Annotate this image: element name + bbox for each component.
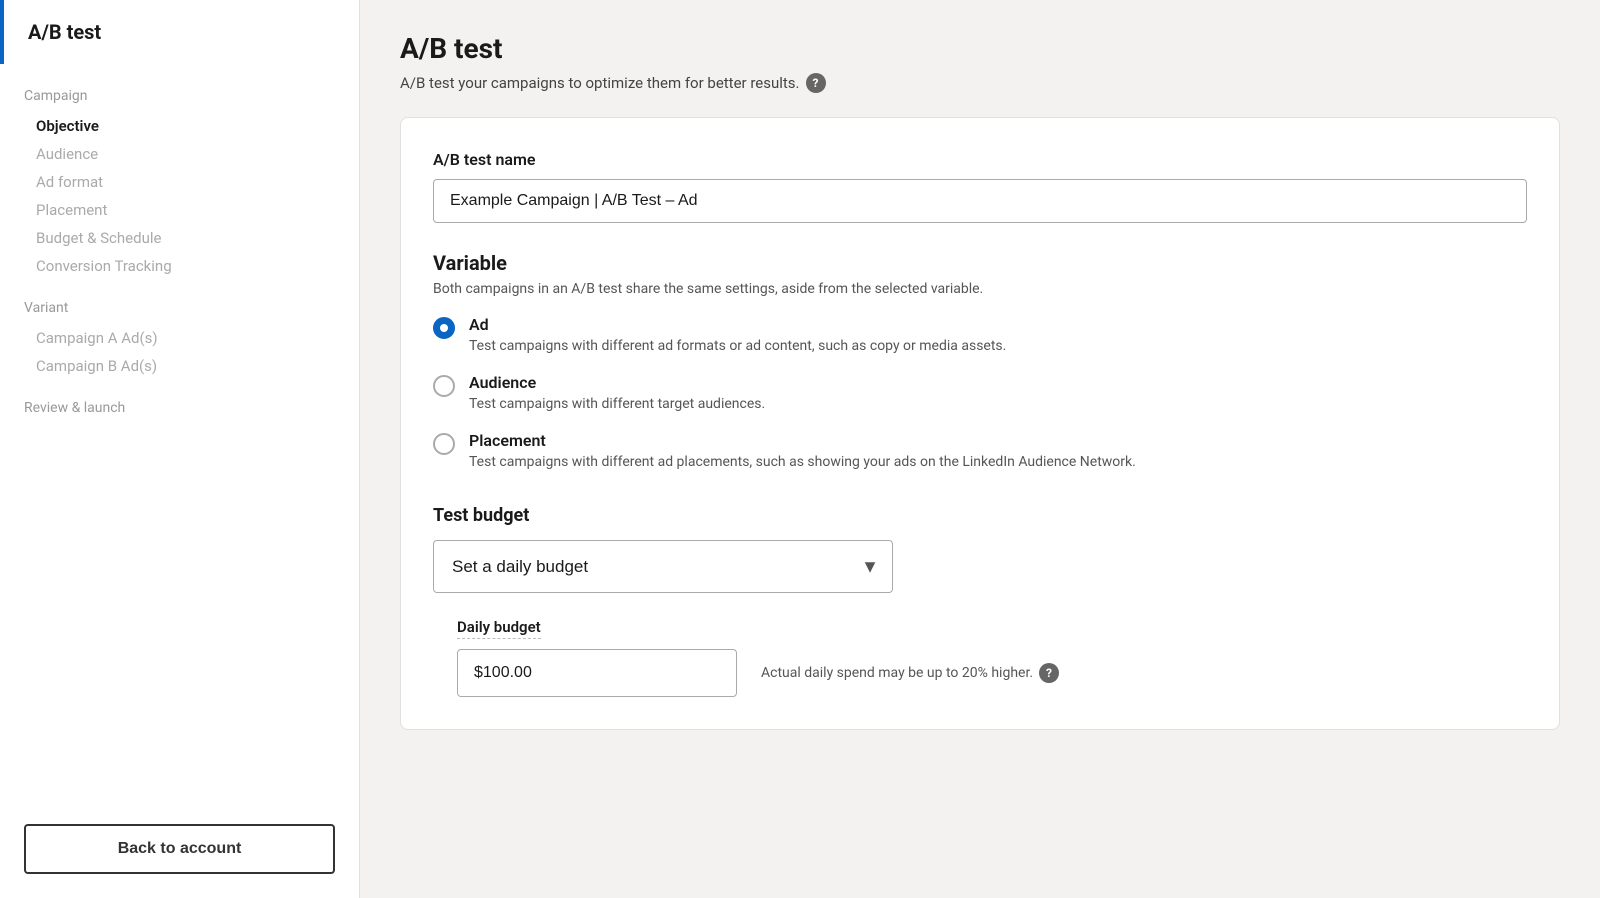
sidebar-item-ad-format[interactable]: Ad format (24, 168, 335, 196)
page-subtitle-text: A/B test your campaigns to optimize them… (400, 74, 800, 92)
radio-content-audience: Audience Test campaigns with different t… (469, 373, 765, 415)
test-name-input[interactable] (433, 179, 1527, 223)
form-card: A/B test name Variable Both campaigns in… (400, 117, 1560, 730)
review-section: Review & launch (24, 400, 335, 416)
sidebar-item-budget-schedule[interactable]: Budget & Schedule (24, 224, 335, 252)
radio-button-audience[interactable] (433, 375, 455, 397)
test-name-label: A/B test name (433, 150, 1527, 169)
page-subtitle: A/B test your campaigns to optimize them… (400, 73, 1560, 93)
main-content: A/B test A/B test your campaigns to opti… (360, 0, 1600, 898)
radio-item-placement[interactable]: Placement Test campaigns with different … (433, 431, 1527, 473)
sidebar-item-campaign-a-ads[interactable]: Campaign A Ad(s) (24, 324, 335, 352)
sidebar-item-audience[interactable]: Audience (24, 140, 335, 168)
page-title: A/B test (400, 32, 1560, 65)
radio-desc-audience: Test campaigns with different target aud… (469, 394, 765, 415)
radio-desc-ad: Test campaigns with different ad formats… (469, 336, 1006, 357)
radio-label-placement: Placement (469, 431, 1136, 450)
sidebar-title-bar: A/B test (0, 0, 359, 64)
spend-help-icon[interactable]: ? (1039, 663, 1059, 683)
daily-budget-input[interactable] (457, 649, 737, 697)
variant-section-label: Variant (24, 300, 335, 316)
sidebar-item-objective[interactable]: Objective (24, 112, 335, 140)
subtitle-help-icon[interactable]: ? (806, 73, 826, 93)
sidebar-title: A/B test (28, 20, 101, 44)
radio-desc-placement: Test campaigns with different ad placeme… (469, 452, 1136, 473)
daily-budget-label: Daily budget (457, 618, 541, 639)
radio-item-ad[interactable]: Ad Test campaigns with different ad form… (433, 315, 1527, 357)
spend-note-text: Actual daily spend may be up to 20% high… (761, 665, 1033, 681)
sidebar-item-campaign-b-ads[interactable]: Campaign B Ad(s) (24, 352, 335, 380)
radio-content-placement: Placement Test campaigns with different … (469, 431, 1136, 473)
budget-field-group: Test budget Set a daily budget Set a lif… (433, 505, 1527, 697)
daily-budget-row: Actual daily spend may be up to 20% high… (457, 649, 1527, 697)
radio-content-ad: Ad Test campaigns with different ad form… (469, 315, 1006, 357)
budget-section-label: Test budget (433, 505, 1527, 526)
review-section-label: Review & launch (24, 400, 335, 416)
campaign-section: Campaign Objective Audience Ad format Pl… (24, 88, 335, 280)
variable-section-desc: Both campaigns in an A/B test share the … (433, 281, 1527, 297)
radio-label-ad: Ad (469, 315, 1006, 334)
radio-button-placement[interactable] (433, 433, 455, 455)
test-name-field-group: A/B test name (433, 150, 1527, 223)
campaign-section-label: Campaign (24, 88, 335, 104)
radio-button-ad[interactable] (433, 317, 455, 339)
variable-radio-group: Ad Test campaigns with different ad form… (433, 315, 1527, 473)
budget-select-wrapper: Set a daily budget Set a lifetime budget… (433, 540, 893, 593)
variable-section-title: Variable (433, 251, 1527, 275)
sidebar-item-placement[interactable]: Placement (24, 196, 335, 224)
sidebar-nav: Campaign Objective Audience Ad format Pl… (0, 64, 359, 800)
spend-note: Actual daily spend may be up to 20% high… (761, 663, 1059, 683)
radio-label-audience: Audience (469, 373, 765, 392)
budget-select[interactable]: Set a daily budget Set a lifetime budget (433, 540, 893, 593)
back-to-account-button[interactable]: Back to account (24, 824, 335, 874)
radio-item-audience[interactable]: Audience Test campaigns with different t… (433, 373, 1527, 415)
daily-budget-section: Daily budget Actual daily spend may be u… (457, 617, 1527, 697)
sidebar: A/B test Campaign Objective Audience Ad … (0, 0, 360, 898)
variant-section: Variant Campaign A Ad(s) Campaign B Ad(s… (24, 300, 335, 380)
sidebar-bottom: Back to account (0, 800, 359, 898)
sidebar-item-conversion-tracking[interactable]: Conversion Tracking (24, 252, 335, 280)
